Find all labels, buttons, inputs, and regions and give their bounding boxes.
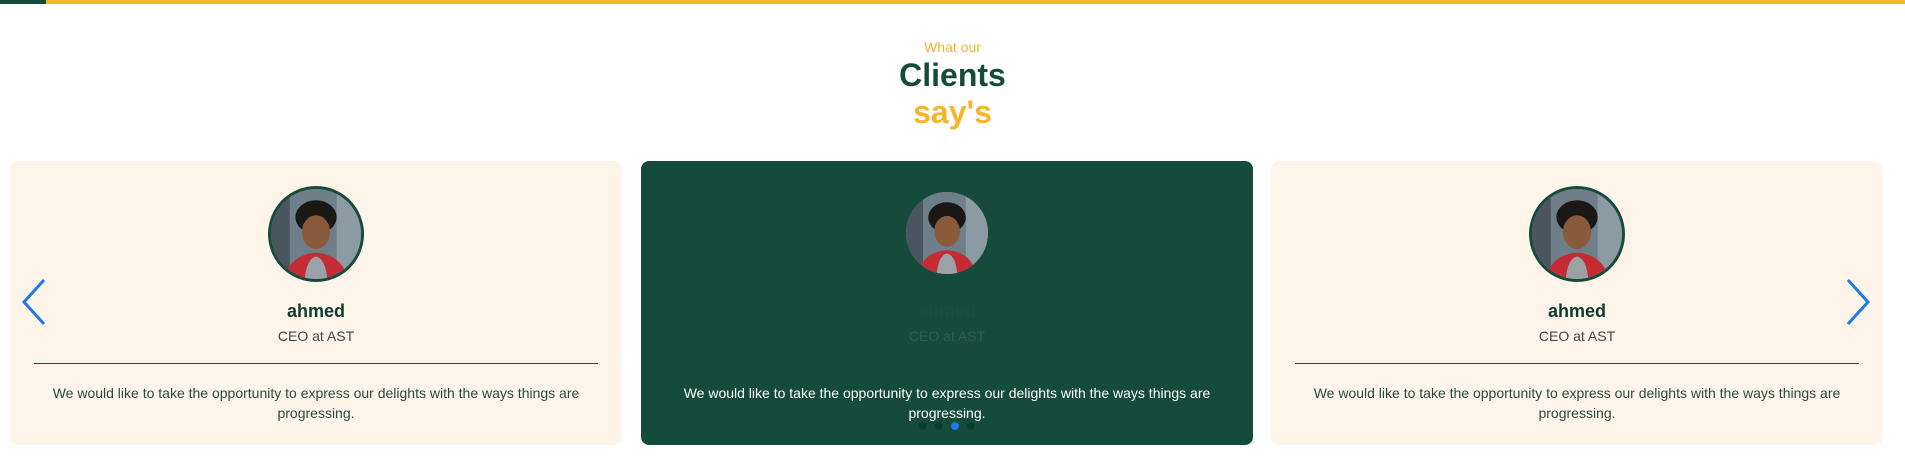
testimonial-quote: We would like to take the opportunity to…	[1313, 385, 1841, 421]
chevron-right-icon	[1846, 278, 1871, 326]
client-role: CEO at AST	[1538, 328, 1616, 344]
divider	[1295, 363, 1859, 364]
client-role: CEO at AST	[908, 328, 986, 344]
carousel-pagination	[641, 422, 1253, 430]
testimonial-card-active: ahmed CEO at AST We would like to take t…	[641, 161, 1253, 445]
chevron-left-icon	[21, 278, 46, 326]
section-eyebrow: What our	[924, 39, 981, 55]
carousel-next-button[interactable]	[1844, 278, 1872, 326]
pagination-dot[interactable]	[935, 422, 943, 430]
top-accent-bar	[0, 0, 1905, 4]
carousel-prev-button[interactable]	[20, 278, 48, 326]
testimonial-card: ahmed CEO at AST We would like to take t…	[1271, 161, 1883, 445]
divider	[34, 363, 598, 364]
pagination-dot[interactable]	[951, 422, 959, 430]
pagination-dot[interactable]	[919, 422, 927, 430]
testimonial-card: ahmed CEO at AST We would like to take t…	[10, 161, 622, 445]
avatar	[903, 189, 991, 277]
top-progress-indicator	[0, 0, 46, 4]
client-role: CEO at AST	[277, 328, 355, 344]
section-title-accent: say's	[913, 94, 992, 130]
section-title: Clients	[899, 57, 1006, 93]
avatar	[1529, 186, 1625, 282]
testimonial-quote: We would like to take the opportunity to…	[683, 385, 1211, 421]
testimonial-quote: We would like to take the opportunity to…	[52, 385, 580, 421]
client-name: ahmed	[1547, 301, 1607, 321]
pagination-dot[interactable]	[967, 422, 975, 430]
avatar	[268, 186, 364, 282]
client-name: ahmed	[917, 301, 977, 321]
client-name: ahmed	[286, 301, 346, 321]
